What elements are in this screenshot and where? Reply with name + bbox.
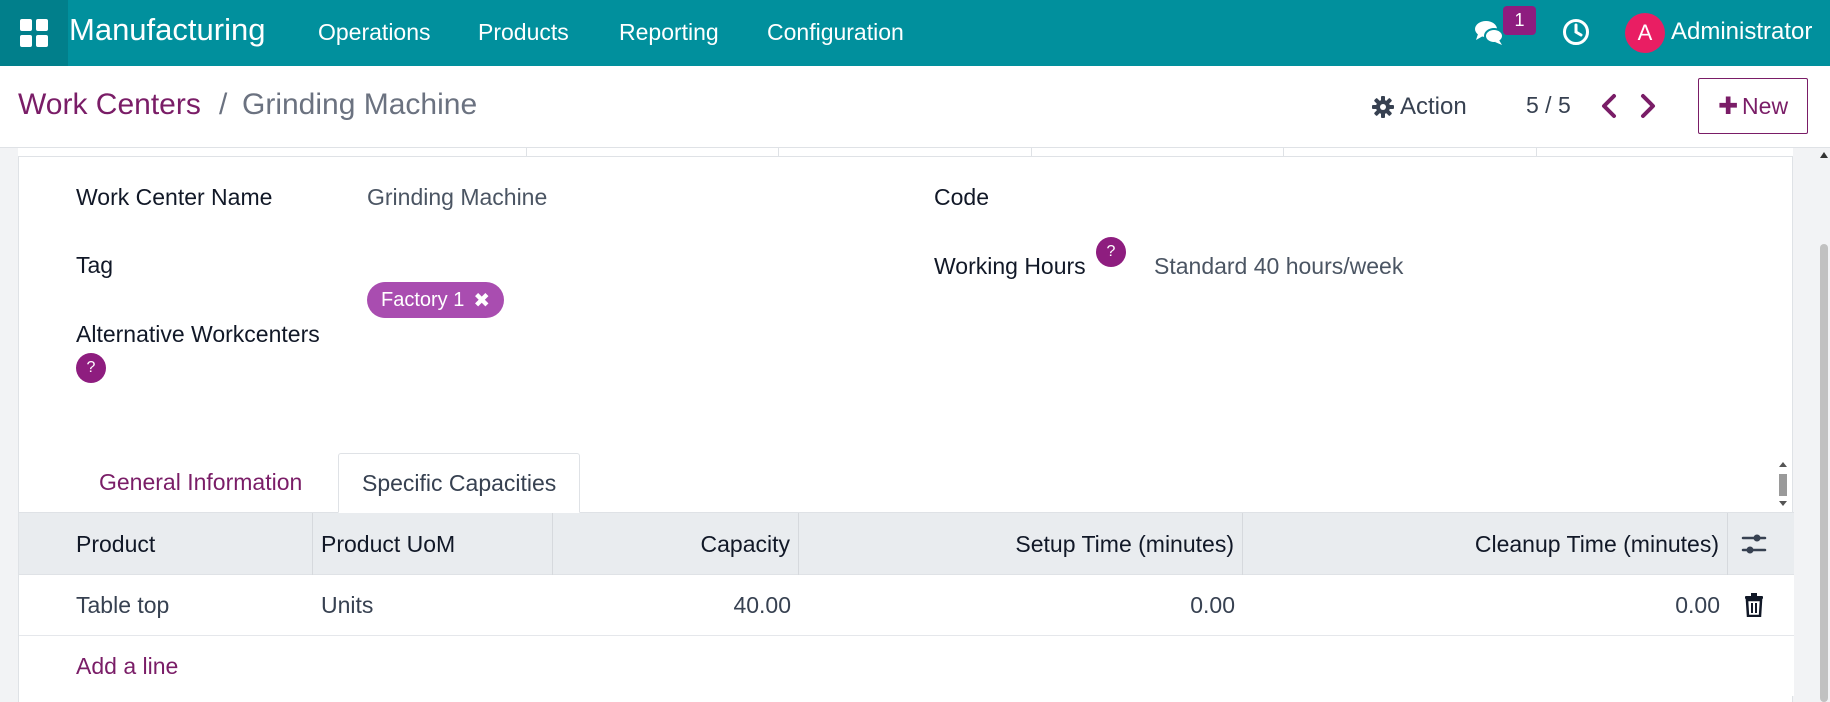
chevron-right-icon[interactable]: [1637, 92, 1659, 120]
capacities-table: Product Product UoM Capacity Setup Time …: [19, 513, 1794, 696]
alternative-workcenters-label: Alternative Workcenters: [76, 321, 320, 347]
chevron-left-icon[interactable]: [1598, 92, 1620, 120]
alternative-workcenters-help-icon[interactable]: ?: [76, 353, 106, 383]
row-setup-time[interactable]: 0.00: [799, 575, 1235, 636]
menu-operations[interactable]: Operations: [318, 19, 431, 46]
working-hours-field[interactable]: Standard 40 hours/week: [1154, 253, 1403, 280]
user-name[interactable]: Administrator: [1671, 18, 1812, 46]
plus-icon: ✚: [1717, 92, 1739, 120]
column-cleanup-time[interactable]: Cleanup Time (minutes): [1243, 513, 1728, 575]
tag-label: Tag: [76, 252, 114, 278]
page-scrollbar[interactable]: [1818, 148, 1830, 702]
code-field[interactable]: [1154, 184, 1754, 214]
page-scrollbar-thumb[interactable]: [1820, 244, 1828, 702]
tag-pill[interactable]: Factory 1 ✖: [367, 282, 505, 318]
tabs-scrollbar[interactable]: [1776, 460, 1790, 508]
gear-icon: [1372, 96, 1394, 118]
add-line-row: Add a line: [19, 636, 1794, 696]
remove-tag-icon[interactable]: ✖: [473, 288, 490, 313]
new-label: New: [1742, 92, 1789, 119]
form-sheet: Work Center Name Grinding Machine Code T…: [18, 157, 1794, 702]
table-row[interactable]: Table top Units 40.00 0.00 0.00: [19, 575, 1794, 636]
row-capacity[interactable]: 40.00: [553, 575, 791, 636]
chat-icon[interactable]: [1474, 19, 1504, 47]
chat-counter-badge: 1: [1503, 6, 1536, 35]
breadcrumb-separator: /: [219, 88, 228, 121]
work-center-name-field[interactable]: Grinding Machine: [367, 184, 547, 211]
table-header: Product Product UoM Capacity Setup Time …: [19, 513, 1794, 575]
trash-icon[interactable]: [1744, 593, 1764, 617]
top-navbar: Manufacturing Operations Products Report…: [0, 0, 1830, 66]
optional-columns-icon[interactable]: [1741, 531, 1767, 557]
apps-grid-icon: [20, 19, 48, 47]
form-scroll-area: Work Center Name Grinding Machine Code T…: [0, 148, 1830, 702]
breadcrumb-work-centers[interactable]: Work Centers: [18, 88, 201, 122]
menu-configuration[interactable]: Configuration: [767, 19, 904, 46]
notebook-tabs: General Information Specific Capacities: [19, 453, 1794, 513]
column-product[interactable]: Product: [19, 513, 313, 575]
pager-value[interactable]: 5 / 5: [1526, 92, 1571, 119]
row-cleanup-time[interactable]: 0.00: [1243, 575, 1720, 636]
menu-products[interactable]: Products: [478, 19, 569, 46]
smart-button-box: [18, 148, 1793, 157]
user-avatar[interactable]: A: [1625, 13, 1665, 53]
app-name[interactable]: Manufacturing: [69, 12, 265, 48]
action-button[interactable]: Action: [1372, 90, 1467, 124]
breadcrumb-current: Grinding Machine: [242, 88, 478, 121]
row-product[interactable]: Table top: [76, 575, 169, 636]
apps-menu-button[interactable]: [0, 0, 68, 66]
menu-reporting[interactable]: Reporting: [619, 19, 719, 46]
tab-specific-capacities[interactable]: Specific Capacities: [338, 453, 581, 513]
working-hours-help-icon[interactable]: ?: [1096, 237, 1126, 267]
row-uom[interactable]: Units: [321, 575, 373, 636]
new-button[interactable]: ✚ New: [1698, 78, 1808, 134]
working-hours-label: Working Hours: [934, 253, 1086, 279]
scroll-up-arrow-icon[interactable]: [1819, 150, 1829, 160]
tab-general-information[interactable]: General Information: [76, 453, 325, 513]
action-label: Action: [1400, 93, 1467, 120]
column-capacity[interactable]: Capacity: [553, 513, 799, 575]
scroll-arrows-icon: [1779, 462, 1787, 506]
control-panel: Work Centers / Grinding Machine Action 5…: [0, 66, 1830, 148]
work-center-name-label: Work Center Name: [76, 184, 273, 210]
tag-pill-label: Factory 1: [381, 288, 465, 311]
column-product-uom[interactable]: Product UoM: [313, 513, 553, 575]
add-a-line-link[interactable]: Add a line: [76, 636, 178, 696]
clock-icon[interactable]: [1562, 18, 1590, 46]
column-setup-time[interactable]: Setup Time (minutes): [799, 513, 1243, 575]
code-label: Code: [934, 184, 989, 210]
